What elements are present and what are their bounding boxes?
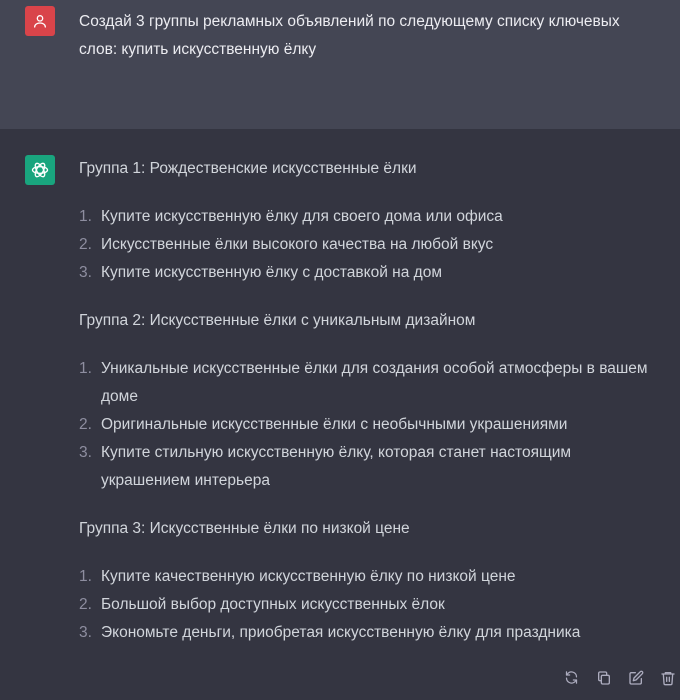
list-number: 1.	[79, 208, 92, 225]
delete-icon	[660, 671, 675, 685]
list-item: 2. Оригинальные искусственные ёлки с нео…	[79, 411, 659, 439]
list-item-text: Купите искусственную ёлку для своего дом…	[101, 208, 503, 225]
list-number: 3.	[79, 624, 92, 641]
list-number: 2.	[79, 416, 92, 433]
list-item: 2. Искусственные ёлки высокого качества …	[79, 231, 659, 259]
list-item-text: Купите качественную искусственную ёлку п…	[101, 568, 516, 585]
group-list: 1. Купите качественную искусственную ёлк…	[79, 563, 659, 647]
list-number: 3.	[79, 444, 92, 461]
list-item: 3. Купите искусственную ёлку с доставкой…	[79, 259, 659, 287]
edit-button[interactable]	[626, 668, 645, 687]
assistant-avatar	[25, 155, 55, 185]
list-number: 1.	[79, 360, 92, 377]
list-item: 3. Экономьте деньги, приобретая искусств…	[79, 619, 659, 647]
group-title: Группа 1: Рождественские искусственные ё…	[79, 160, 417, 177]
list-item: 1. Купите качественную искусственную ёлк…	[79, 563, 659, 591]
user-icon	[34, 15, 46, 28]
list-item-text: Искусственные ёлки высокого качества на …	[101, 236, 494, 253]
list-item: 3. Купите стильную искусственную ёлку, к…	[79, 439, 659, 495]
copy-icon	[597, 670, 610, 685]
list-number: 3.	[79, 264, 92, 281]
group-title: Группа 2: Искусственные ёлки с уникальны…	[79, 312, 476, 329]
assistant-message-content: Группа 1: Рождественские искусственные ё…	[79, 155, 659, 647]
list-item-text: Купите искусственную ёлку с доставкой на…	[101, 264, 442, 281]
list-number: 2.	[79, 236, 92, 253]
openai-logo-icon	[31, 162, 49, 178]
user-message-text: Создай 3 группы рекламных объявлений по …	[79, 13, 620, 58]
list-number: 1.	[79, 568, 92, 585]
group-list: 1. Купите искусственную ёлку для своего …	[79, 203, 659, 287]
list-item-text: Большой выбор доступных искусственных ёл…	[101, 596, 445, 613]
user-avatar	[25, 6, 55, 36]
regenerate-button[interactable]	[562, 668, 581, 687]
list-item-text: Уникальные искусственные ёлки для создан…	[101, 360, 648, 405]
list-item: 1. Уникальные искусственные ёлки для соз…	[79, 355, 659, 411]
list-item: 2. Большой выбор доступных искусственных…	[79, 591, 659, 619]
group-list: 1. Уникальные искусственные ёлки для соз…	[79, 355, 659, 495]
list-item-text: Экономьте деньги, приобретая искусственн…	[101, 624, 581, 641]
list-item-text: Купите стильную искусственную ёлку, кото…	[101, 444, 572, 489]
group-title: Группа 3: Искусственные ёлки по низкой ц…	[79, 520, 410, 537]
regenerate-icon	[565, 671, 578, 684]
message-actions	[562, 668, 677, 687]
delete-button[interactable]	[658, 668, 677, 687]
edit-icon	[628, 670, 643, 685]
copy-button[interactable]	[594, 668, 613, 687]
list-item-text: Оригинальные искусственные ёлки с необыч…	[101, 416, 568, 433]
list-number: 2.	[79, 596, 92, 613]
list-item: 1. Купите искусственную ёлку для своего …	[79, 203, 659, 231]
